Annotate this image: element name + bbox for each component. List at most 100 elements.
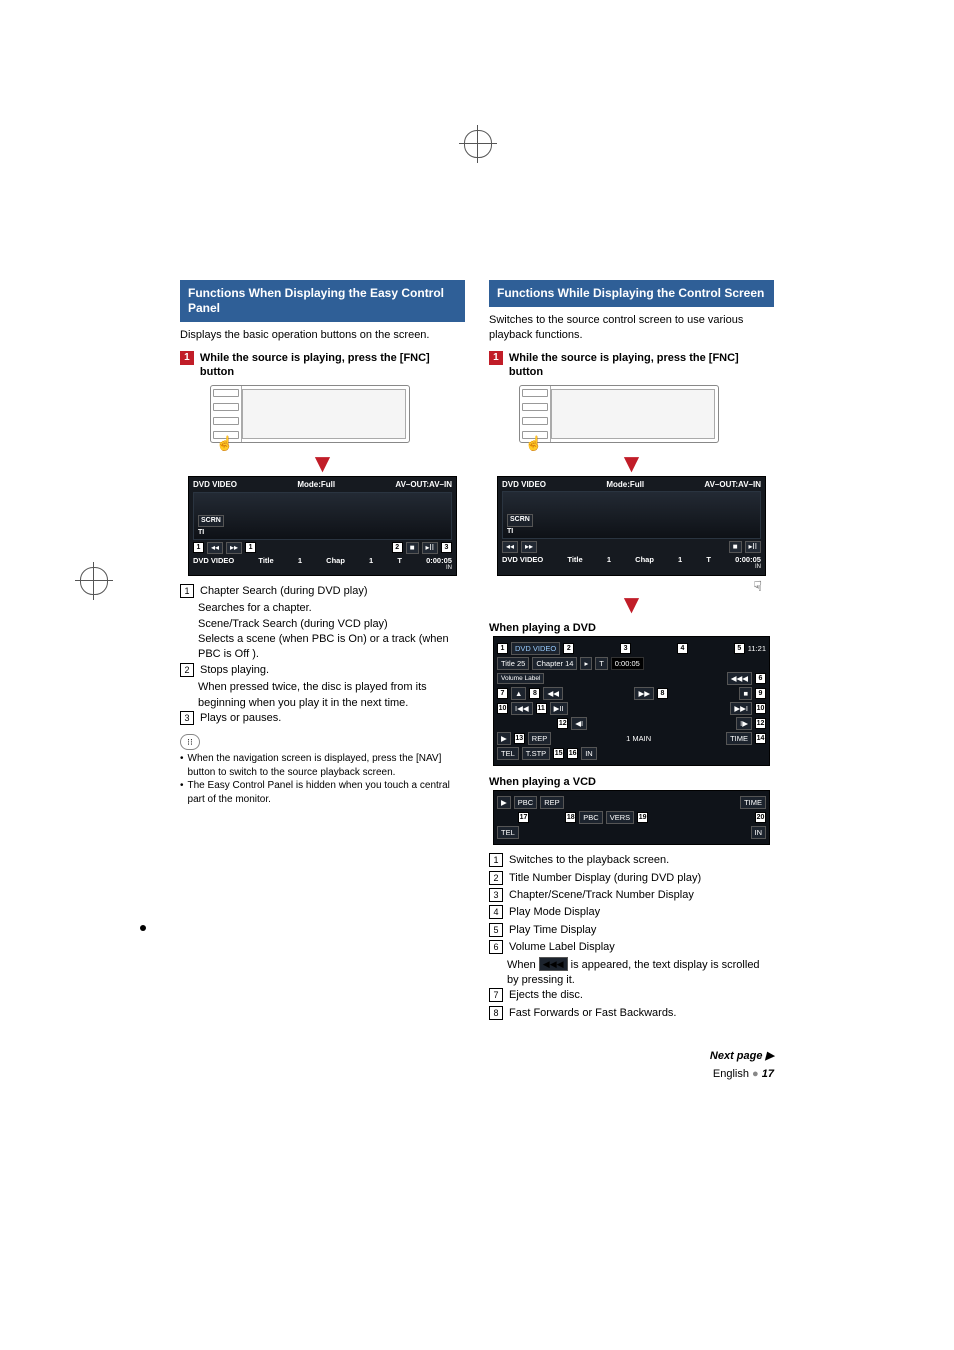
play-pause-button[interactable]: ▸II xyxy=(745,541,761,553)
ffwd-button[interactable]: ▶▶ xyxy=(634,687,654,700)
scroll-button[interactable]: ◀◀◀ xyxy=(727,672,752,685)
stop-button[interactable]: ■ xyxy=(739,687,752,700)
list-sub: Scene/Track Search (during VCD play) xyxy=(198,617,465,632)
play-small-button[interactable]: ▶ xyxy=(497,796,511,809)
main-label: 1 MAIN xyxy=(626,734,651,743)
step-badge: 1 xyxy=(180,351,194,365)
ui-src: DVD VIDEO xyxy=(502,480,546,490)
list-text: Chapter/Scene/Track Number Display xyxy=(509,888,694,903)
scrn-button[interactable]: SCRN xyxy=(198,515,224,527)
dvd-control-screenshot: 1 DVD VIDEO 2 3 4 5 11:21 Title 25 Chapt… xyxy=(493,636,770,766)
list-sub: When pressed twice, the disc is played f… xyxy=(198,680,465,711)
tstp-button[interactable]: T.STP xyxy=(522,747,550,760)
device-illustration-left: ☝ xyxy=(210,385,410,452)
left-intro: Displays the basic operation buttons on … xyxy=(180,328,465,343)
slow-fwd-button[interactable]: I▶ xyxy=(736,717,752,730)
ui-btitle-n: 1 xyxy=(298,556,302,565)
in-indicator: IN xyxy=(502,564,761,571)
list-num: 4 xyxy=(489,905,503,919)
dvd-heading: When playing a DVD xyxy=(489,622,774,634)
stop-button[interactable]: ■ xyxy=(406,542,419,554)
tel-button[interactable]: TEL xyxy=(497,826,519,839)
ui-btitle-n: 1 xyxy=(607,555,611,564)
left-column: Functions When Displaying the Easy Contr… xyxy=(180,280,465,1080)
rewind-button[interactable]: ◀◀ xyxy=(543,687,563,700)
prev-button[interactable]: ◂◂ xyxy=(502,541,518,553)
next-page-link[interactable]: Next page ▶ xyxy=(710,1050,774,1062)
list-text: Switches to the playback screen. xyxy=(509,853,669,868)
scrn-button[interactable]: SCRN xyxy=(507,514,533,526)
slow-back-button[interactable]: ◀I xyxy=(571,717,587,730)
callout-9: 9 xyxy=(755,688,766,699)
list-head: Chapter Search (during DVD play) xyxy=(200,584,368,599)
left-step: 1 While the source is playing, press the… xyxy=(180,351,465,380)
right-numbered-list: 1Switches to the playback screen. 2Title… xyxy=(489,853,774,1021)
arrow-down-icon: ▼ xyxy=(489,597,774,613)
rep-label: REP xyxy=(540,796,563,809)
time-button[interactable]: TIME xyxy=(726,732,752,745)
eject-button[interactable]: ▲ xyxy=(511,687,526,700)
list-head: Stops playing. xyxy=(200,663,269,678)
title-button[interactable]: Title 25 xyxy=(497,657,529,670)
registration-mark-left xyxy=(80,567,108,595)
time-display: 0:00:05 xyxy=(611,657,644,670)
ui-btitle: Title xyxy=(258,556,273,565)
list-num: 2 xyxy=(180,663,194,677)
volume-label: Volume Label xyxy=(497,673,544,684)
list-sub: Searches for a chapter. xyxy=(198,601,465,616)
callout-8: 8 xyxy=(529,688,540,699)
callout-1: 1 xyxy=(497,643,508,654)
tel-button[interactable]: TEL xyxy=(497,747,519,760)
callout-20: 20 xyxy=(755,812,766,823)
list-num: 2 xyxy=(489,871,503,885)
ui-avout: AV–OUT:AV–IN xyxy=(704,480,761,490)
callout-10b: 10 xyxy=(755,703,766,714)
list-text: Fast Forwards or Fast Backwards. xyxy=(509,1006,677,1021)
time-button[interactable]: TIME xyxy=(740,796,766,809)
right-step: 1 While the source is playing, press the… xyxy=(489,351,774,380)
vcd-control-screenshot: ▶ PBC REP TIME 17 18 PBC VERS 19 20 xyxy=(493,790,770,845)
prev-track-button[interactable]: I◀◀ xyxy=(511,702,533,715)
ti-label: TI xyxy=(507,528,513,536)
right-column: Functions While Displaying the Control S… xyxy=(489,280,774,1080)
step-badge: 1 xyxy=(489,351,503,365)
next-track-button[interactable]: ▶▶I xyxy=(730,702,752,715)
note-icon: ⁝⁝ xyxy=(180,734,200,750)
callout-8b: 8 xyxy=(657,688,668,699)
ti-label: TI xyxy=(198,529,204,537)
list-num: 1 xyxy=(489,853,503,867)
left-numbered-list: 1 Chapter Search (during DVD play) Searc… xyxy=(180,584,465,727)
callout-5: 5 xyxy=(734,643,745,654)
callout-4: 4 xyxy=(677,643,688,654)
page-number: 17 xyxy=(762,1068,774,1080)
device-illustration-right: ☝ xyxy=(519,385,719,452)
vers-button[interactable]: VERS xyxy=(606,811,634,824)
control-screen-upper: DVD VIDEO Mode:Full AV–OUT:AV–IN SCRN TI… xyxy=(497,476,766,576)
callout-11: 11 xyxy=(536,703,547,714)
next-button[interactable]: ▸▸ xyxy=(226,542,242,554)
right-intro: Switches to the source control screen to… xyxy=(489,313,774,343)
registration-mark-top xyxy=(464,130,492,158)
play-pause-button[interactable]: ▶II xyxy=(550,702,568,715)
left-section-title: Functions When Displaying the Easy Contr… xyxy=(180,280,465,322)
item6-sub: When ◀◀◀ is appeared, the text display i… xyxy=(507,958,774,989)
callout-1b: 1 xyxy=(245,542,256,553)
ui-mode: Mode:Full xyxy=(606,480,644,490)
ui-btitle: Title xyxy=(567,555,582,564)
ui-bchap-n: 1 xyxy=(369,556,373,565)
next-button[interactable]: ▸▸ xyxy=(521,541,537,553)
note-text: The Easy Control Panel is hidden when yo… xyxy=(188,779,465,806)
prev-button[interactable]: ◂◂ xyxy=(207,542,223,554)
play-pause-button[interactable]: ▸II xyxy=(422,542,438,554)
pbc-label: PBC xyxy=(514,796,537,809)
callout-2: 2 xyxy=(392,542,403,553)
callout-16: 16 xyxy=(567,748,578,759)
right-section-title: Functions While Displaying the Control S… xyxy=(489,280,774,307)
footer-lang: English xyxy=(713,1068,749,1080)
play-small-button[interactable]: ▶ xyxy=(497,732,511,745)
pbc-button[interactable]: PBC xyxy=(579,811,602,824)
chapter-button[interactable]: Chapter 14 xyxy=(532,657,577,670)
ui-btime: 0:00:05 xyxy=(735,555,761,564)
step-text: While the source is playing, press the [… xyxy=(509,351,774,380)
stop-button[interactable]: ■ xyxy=(729,541,742,553)
